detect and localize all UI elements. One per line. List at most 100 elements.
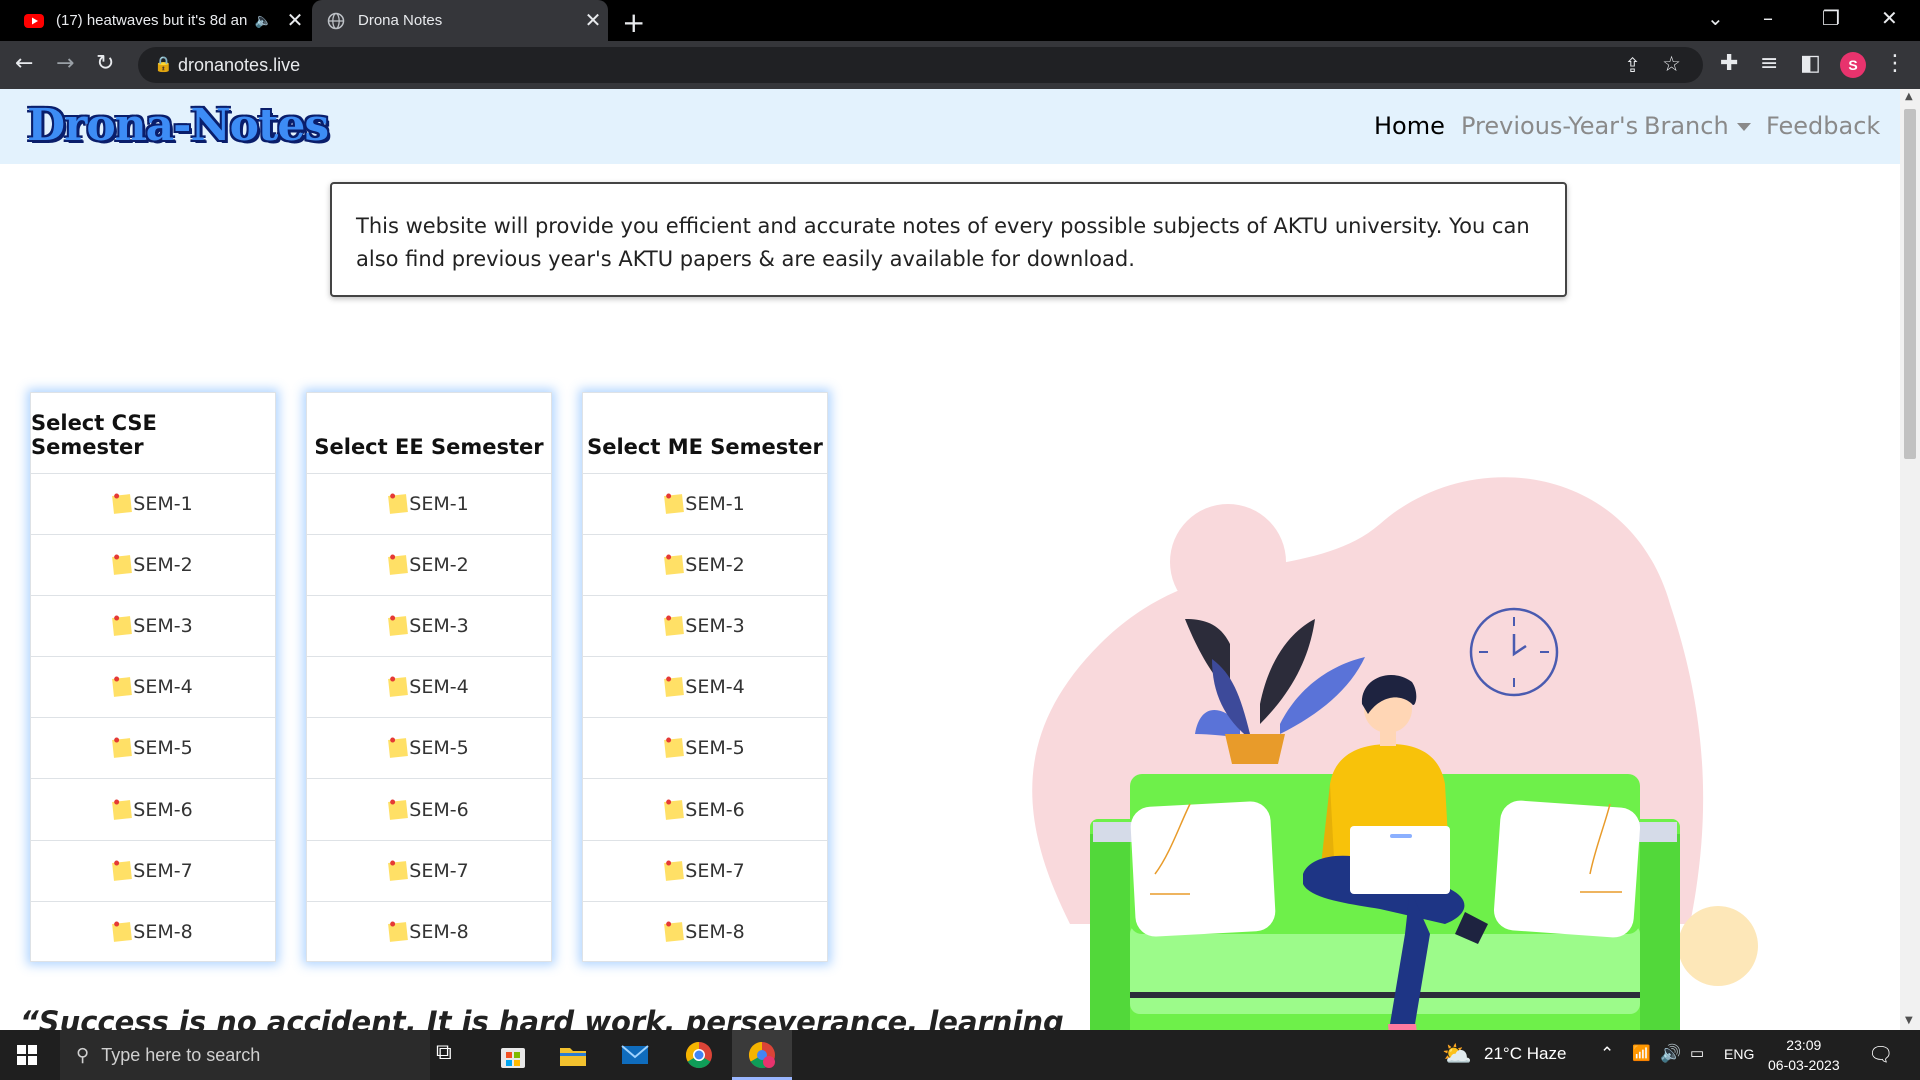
weather-icon[interactable]: ⛅ <box>1442 1040 1472 1069</box>
forward-icon[interactable]: → <box>56 51 74 76</box>
quote-text: “Success is no accident. It is hard work… <box>20 1005 1064 1030</box>
list-item[interactable]: SEM-2 <box>583 535 827 597</box>
side-panel-icon[interactable]: ◧ <box>1800 51 1821 76</box>
list-item[interactable]: SEM-1 <box>307 474 551 536</box>
list-item[interactable]: SEM-3 <box>31 596 275 658</box>
sticky-note-icon <box>664 616 685 637</box>
list-item[interactable]: SEM-8 <box>583 902 827 963</box>
caret-down-icon <box>1736 123 1751 131</box>
close-window-icon[interactable]: ✕ <box>1881 6 1898 30</box>
sticky-note-icon <box>388 494 409 514</box>
list-item[interactable]: SEM-6 <box>307 779 551 841</box>
list-item[interactable]: SEM-4 <box>307 657 551 719</box>
chevron-down-icon[interactable]: ⌄ <box>1707 6 1724 30</box>
list-item[interactable]: SEM-7 <box>583 841 827 902</box>
reload-icon[interactable]: ↻ <box>96 51 114 76</box>
sticky-note-icon <box>664 922 685 943</box>
close-tab-icon[interactable]: ✕ <box>578 8 608 33</box>
list-item[interactable]: SEM-2 <box>31 535 275 597</box>
scroll-down-icon[interactable]: ▼ <box>1905 1015 1913 1026</box>
mail-icon[interactable] <box>620 1040 650 1070</box>
url-text[interactable]: dronanotes.live <box>178 55 300 76</box>
sticky-note-icon <box>388 677 409 698</box>
list-item[interactable]: SEM-4 <box>31 657 275 719</box>
list-item[interactable]: SEM-8 <box>307 902 551 963</box>
close-tab-icon[interactable]: ✕ <box>280 8 310 33</box>
language-indicator[interactable]: ENG <box>1724 1046 1754 1062</box>
chrome-icon[interactable] <box>684 1040 714 1070</box>
list-item[interactable]: SEM-1 <box>31 474 275 536</box>
bookmark-star-icon[interactable]: ☆ <box>1662 52 1681 76</box>
list-item[interactable]: SEM-7 <box>307 841 551 902</box>
sticky-note-icon <box>664 860 685 881</box>
list-item[interactable]: SEM-6 <box>583 779 827 841</box>
speaker-icon[interactable]: 🔈 <box>255 12 272 29</box>
list-item[interactable]: SEM-8 <box>31 902 275 963</box>
ee-semester-card: Select EE Semester SEM-1 SEM-2 SEM-3 SEM… <box>306 392 552 962</box>
list-item[interactable]: SEM-3 <box>307 596 551 658</box>
list-item[interactable]: SEM-3 <box>583 596 827 658</box>
list-item[interactable]: SEM-5 <box>31 718 275 780</box>
windows-start-icon[interactable] <box>17 1045 37 1065</box>
sticky-note-icon <box>664 494 685 514</box>
youtube-icon <box>24 11 44 31</box>
menu-kebab-icon[interactable]: ⋮ <box>1884 51 1906 76</box>
tab-youtube[interactable]: (17) heatwaves but it's 8d an 🔈 ✕ <box>10 0 310 41</box>
sticky-note-icon <box>664 555 685 576</box>
share-icon[interactable]: ⇪ <box>1624 53 1641 77</box>
page-scrollbar[interactable]: ▲ ▼ <box>1900 89 1920 1030</box>
info-box: This website will provide you efficient … <box>330 182 1567 297</box>
globe-icon <box>326 11 346 31</box>
nav-feedback[interactable]: Feedback <box>1766 112 1880 140</box>
sticky-note-icon <box>112 860 133 881</box>
search-icon: ⚲ <box>76 1044 90 1065</box>
tab-drona-notes[interactable]: Drona Notes ✕ <box>312 0 608 41</box>
chrome-profile-taskbar-item[interactable] <box>732 1030 792 1080</box>
battery-icon[interactable]: ▭ <box>1690 1044 1704 1062</box>
list-item[interactable]: SEM-5 <box>583 718 827 780</box>
site-logo[interactable]: Drona-Notes <box>27 100 329 151</box>
sticky-note-icon <box>388 799 409 820</box>
list-item[interactable]: SEM-7 <box>31 841 275 902</box>
scrollbar-thumb[interactable] <box>1904 109 1916 459</box>
list-item[interactable]: SEM-5 <box>307 718 551 780</box>
browser-toolbar: ← → ↻ 🔒 dronanotes.live ⇪ ☆ ✚ ≡ ◧ S ⋮ <box>0 41 1920 89</box>
address-bar[interactable]: 🔒 dronanotes.live ⇪ ☆ <box>138 47 1703 83</box>
tab-title: (17) heatwaves but it's 8d an <box>56 12 248 29</box>
nav-previous-years[interactable]: Previous-Year's <box>1461 112 1638 140</box>
restore-icon[interactable]: ❐ <box>1822 6 1840 30</box>
nav-branch-label: Branch <box>1644 112 1729 140</box>
file-explorer-icon[interactable] <box>558 1040 588 1070</box>
weather-text[interactable]: 21°C Haze <box>1484 1044 1566 1064</box>
sticky-note-icon <box>388 922 409 943</box>
taskbar-search-input[interactable]: ⚲ Type here to search <box>60 1030 430 1080</box>
taskbar-clock[interactable]: 23:09 06-03-2023 <box>1768 1035 1840 1075</box>
extensions-icon[interactable]: ✚ <box>1720 51 1738 76</box>
sticky-note-icon <box>112 494 133 514</box>
notification-icon[interactable]: 🗨 <box>1868 1042 1893 1067</box>
list-item[interactable]: SEM-1 <box>583 474 827 536</box>
minimize-icon[interactable]: – <box>1763 6 1773 30</box>
task-view-icon[interactable]: ⧉ <box>436 1040 466 1070</box>
new-tab-icon[interactable]: + <box>622 6 645 39</box>
microsoft-store-icon[interactable] <box>498 1040 528 1070</box>
list-item[interactable]: SEM-6 <box>31 779 275 841</box>
sticky-note-icon <box>388 555 409 576</box>
nav-branch-dropdown[interactable]: Branch <box>1644 112 1751 140</box>
sticky-note-icon <box>664 677 685 698</box>
back-icon[interactable]: ← <box>15 51 33 76</box>
tray-chevron-icon[interactable]: ⌃ <box>1600 1044 1614 1064</box>
list-item[interactable]: SEM-2 <box>307 535 551 597</box>
browser-tabstrip: (17) heatwaves but it's 8d an 🔈 ✕ Drona … <box>0 0 1920 41</box>
sticky-note-icon <box>664 738 685 759</box>
media-control-icon[interactable]: ≡ <box>1760 51 1778 76</box>
scroll-up-icon[interactable]: ▲ <box>1905 91 1913 102</box>
nav-home[interactable]: Home <box>1374 112 1445 140</box>
sticky-note-icon <box>112 555 133 576</box>
volume-icon[interactable]: 🔊 <box>1660 1044 1681 1064</box>
list-item[interactable]: SEM-4 <box>583 657 827 719</box>
network-icon[interactable]: 📶 <box>1632 1044 1651 1062</box>
profile-avatar[interactable]: S <box>1840 52 1866 78</box>
lock-icon[interactable]: 🔒 <box>154 55 173 73</box>
card-title: Select EE Semester <box>307 393 551 474</box>
